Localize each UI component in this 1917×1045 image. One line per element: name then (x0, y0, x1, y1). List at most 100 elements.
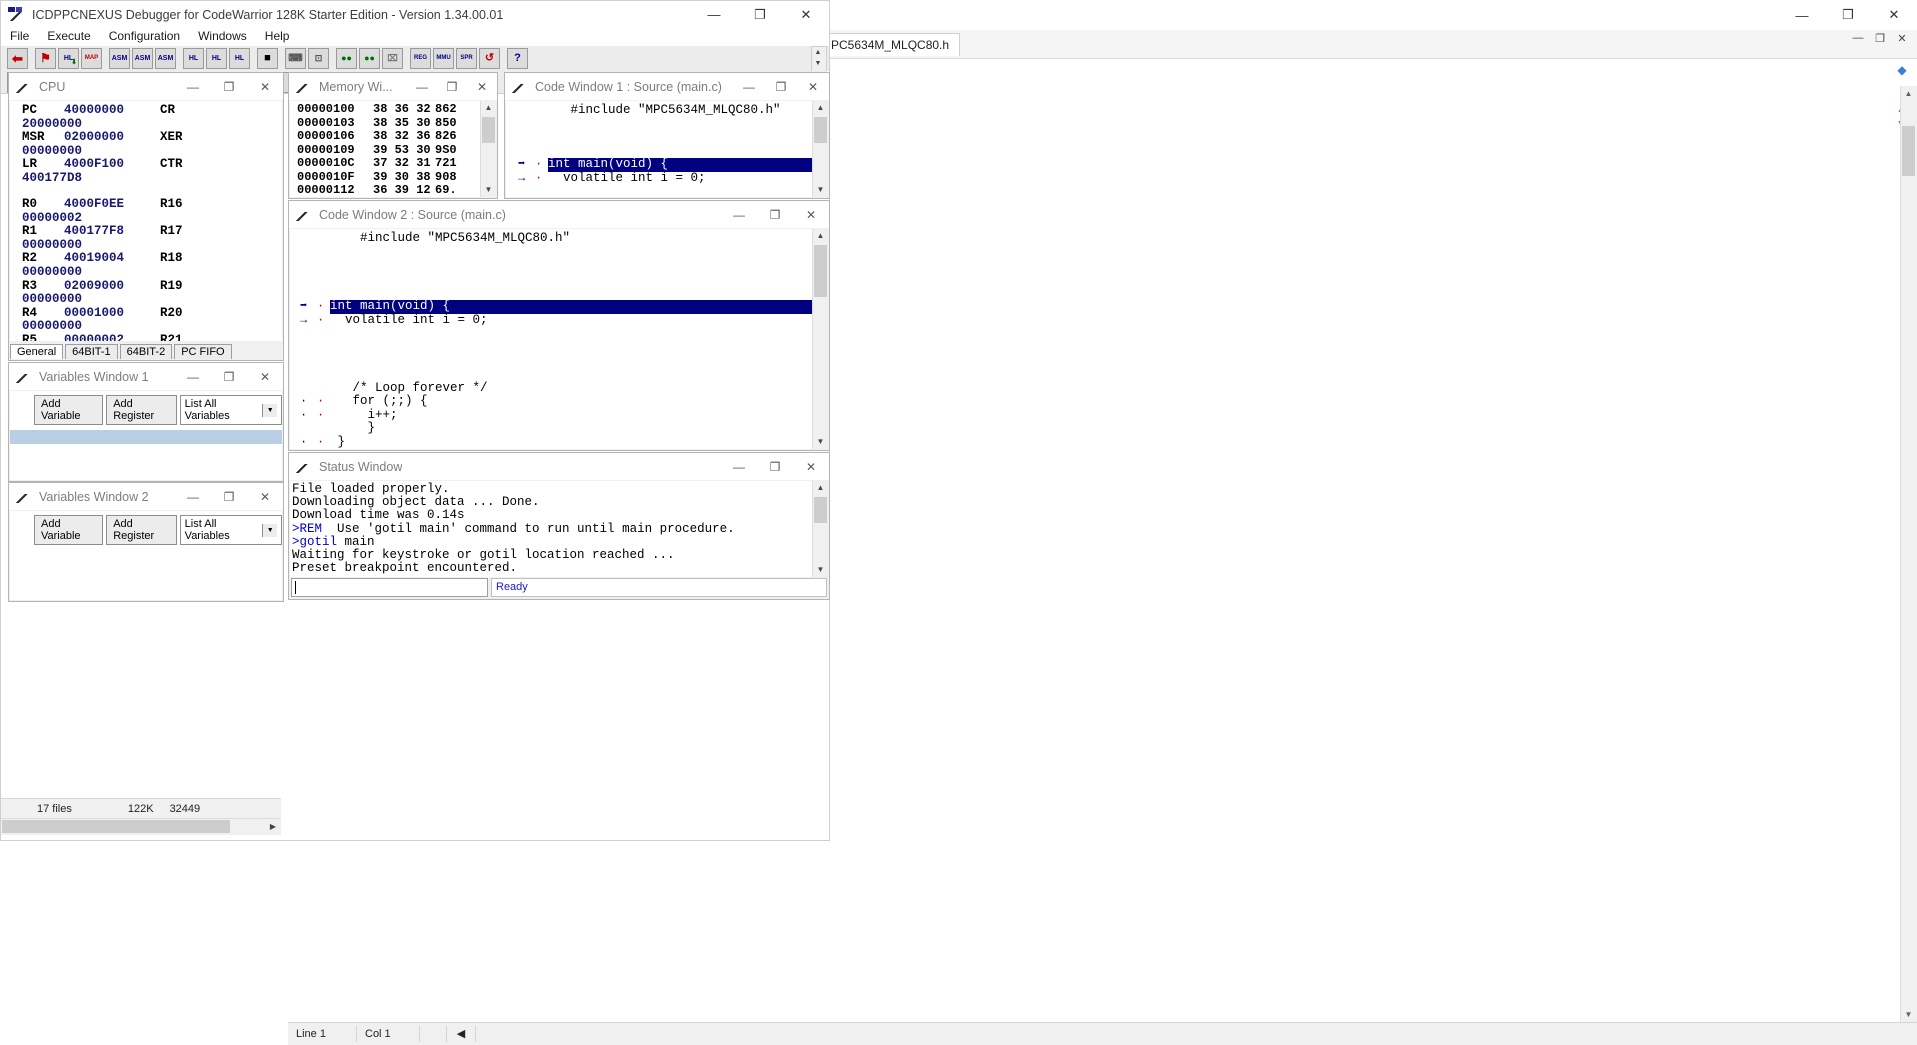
variables-1-maximize-button[interactable]: ❐ (211, 364, 247, 390)
code-2-maximize-button[interactable]: ❐ (757, 202, 793, 228)
load-hl-button[interactable]: HL⬇ (58, 48, 79, 69)
code-line-breakpoint-marker[interactable]: · (317, 436, 324, 449)
memory-row[interactable]: 0000010939 53 309S0 (297, 144, 481, 158)
editor-tab-header-file[interactable]: MPC5634M_MLQC80.h (810, 33, 960, 56)
reg-value-r0[interactable]: 4000F0EE (64, 198, 160, 212)
explorer-hscrollbar[interactable]: ▶ (1, 818, 281, 835)
tab-general[interactable]: General (10, 344, 63, 359)
reg-value-r3[interactable]: 02009000 (64, 280, 160, 294)
bg-scroll-down-icon[interactable]: ▼ (1902, 1008, 1915, 1022)
variables-2-controls[interactable]: — ❐ ✕ (175, 484, 283, 510)
variables-2-titlebar[interactable]: Variables Window 2 — ❐ ✕ (9, 483, 283, 510)
memory-bytes[interactable]: 37 32 31 (373, 157, 435, 171)
code-2-vscrollbar[interactable]: ▲ ▼ (812, 229, 828, 449)
status-window-controls[interactable]: — ❐ ✕ (721, 454, 829, 480)
bg-maximize-button[interactable]: ❐ (1825, 0, 1871, 30)
code-line[interactable] (290, 354, 813, 368)
code-2-scroll-up-icon[interactable]: ▲ (813, 229, 828, 243)
toolbar-overflow-scroll[interactable]: ▲ ▼ (811, 46, 827, 73)
load-map-button[interactable]: MAP (81, 48, 102, 69)
reg-value-r20[interactable]: 00000000 (22, 320, 118, 334)
debugger-close-button[interactable]: ✕ (783, 2, 829, 28)
asm-step-over-button[interactable]: ASM (132, 48, 153, 69)
code-1-minimize-button[interactable]: — (733, 74, 765, 100)
bg-inner-close-button[interactable]: ✕ (1891, 32, 1913, 45)
memory-bytes[interactable]: 38 32 36 (373, 130, 435, 144)
variables-2-close-button[interactable]: ✕ (247, 484, 283, 510)
reg-value-msr[interactable]: 02000000 (64, 131, 160, 145)
status-minimize-button[interactable]: — (721, 454, 757, 480)
bg-minimize-button[interactable]: — (1779, 0, 1825, 30)
code-1-titlebar[interactable]: Code Window 1 : Source (main.c) — ❐ ✕ (505, 73, 829, 100)
debugger-titlebar[interactable]: ICDPPCNEXUS Debugger for CodeWarrior 128… (0, 0, 830, 28)
memory-row[interactable]: 0000010038 36 32862 (297, 103, 481, 117)
debugger-minimize-button[interactable]: — (691, 2, 737, 28)
code-1-scroll-down-icon[interactable]: ▼ (813, 183, 828, 197)
debugger-toolbar[interactable]: ⬅ ⚑ HL⬇ MAP ASM ASM ASM HL HL HL ■ ⌨ ⊡ ●… (0, 46, 830, 72)
refresh-button[interactable]: ↺ (479, 48, 500, 69)
menu-file[interactable]: File (1, 27, 38, 46)
table-button[interactable]: ⌧ (382, 48, 403, 69)
variables-1-titlebar[interactable]: Variables Window 1 — ❐ ✕ (9, 363, 283, 390)
register-row[interactable]: R400001000R2000000000 (22, 307, 282, 334)
add-variable-button-2[interactable]: Add Variable (34, 515, 103, 545)
breakpoint-clear-button[interactable]: ⊡ (308, 48, 329, 69)
add-register-button-1[interactable]: Add Register (106, 395, 176, 425)
code-line-breakpoint-marker[interactable]: · (317, 409, 324, 423)
status-close-button[interactable]: ✕ (793, 454, 829, 480)
background-window-controls[interactable]: — ❐ ✕ (1779, 0, 1917, 30)
code-line[interactable] (506, 118, 813, 132)
bg-inner-minimize-button[interactable]: — (1847, 32, 1869, 45)
memory-scroll-down-icon[interactable]: ▼ (481, 183, 496, 197)
code-2-minimize-button[interactable]: — (721, 202, 757, 228)
debugger-window-controls[interactable]: — ❐ ✕ (691, 2, 829, 28)
memory-bytes[interactable]: 38 36 32 (373, 103, 435, 117)
reg-value-cr[interactable]: 20000000 (22, 118, 118, 132)
variables-2-maximize-button[interactable]: ❐ (211, 484, 247, 510)
memory-maximize-button[interactable]: ❐ (437, 74, 467, 100)
memory-window-titlebar[interactable]: Memory Wi... — ❐ ✕ (289, 73, 497, 100)
memory-window-controls[interactable]: — ❐ ✕ (407, 74, 497, 100)
memory-scroll-thumb[interactable] (482, 117, 495, 143)
reg-value-r16[interactable]: 00000002 (22, 212, 118, 226)
reg-value-r1[interactable]: 400177F8 (64, 225, 160, 239)
code-line[interactable] (290, 327, 813, 341)
code-1-controls[interactable]: — ❐ ✕ (733, 74, 829, 100)
variables-1-selected-row[interactable] (10, 430, 282, 444)
hl-step-over-button[interactable]: HL (206, 48, 227, 69)
explorer-hscroll-thumb[interactable] (2, 820, 230, 833)
memory-bytes[interactable]: 39 53 30 (373, 144, 435, 158)
memory-row[interactable]: 0000011236 39 1269. (297, 184, 481, 197)
tab-64bit-1[interactable]: 64BIT-1 (65, 344, 118, 359)
cpu-minimize-button[interactable]: — (175, 74, 211, 100)
code-line[interactable]: ➡·int main(void) { (290, 300, 813, 314)
memory-close-button[interactable]: ✕ (467, 74, 497, 100)
code-line-breakpoint-marker[interactable]: · (317, 314, 324, 328)
add-variable-button-1[interactable]: Add Variable (34, 395, 103, 425)
code-2-controls[interactable]: — ❐ ✕ (721, 202, 829, 228)
register-row[interactable]: MSR02000000XER00000000 (22, 131, 282, 158)
list-all-variables-combo-2[interactable]: List All Variables ▼ (180, 515, 282, 545)
add-register-button-2[interactable]: Add Register (106, 515, 176, 545)
reg-button[interactable]: REG (410, 48, 431, 69)
code-2-scroll-down-icon[interactable]: ▼ (813, 435, 828, 449)
reg-value-xer[interactable]: 00000000 (22, 145, 118, 159)
code-line[interactable]: } (290, 422, 813, 436)
stop-button[interactable]: ■ (257, 48, 278, 69)
asm-step-out-button[interactable]: ASM (155, 48, 176, 69)
code-1-close-button[interactable]: ✕ (797, 74, 829, 100)
code-line[interactable]: /* Loop forever */ (290, 382, 813, 396)
code-2-titlebar[interactable]: Code Window 2 : Source (main.c) — ❐ ✕ (289, 201, 829, 228)
code-1-vscrollbar[interactable]: ▲ ▼ (812, 101, 828, 197)
register-row[interactable]: LR4000F100CTR400177D8 (22, 158, 282, 185)
memory-row[interactable]: 0000010C37 32 31721 (297, 157, 481, 171)
status-scroll-thumb[interactable] (814, 497, 827, 523)
menu-configuration[interactable]: Configuration (100, 27, 189, 46)
debugger-menubar[interactable]: File Execute Configuration Windows Help (0, 27, 830, 46)
cpu-close-button[interactable]: ✕ (247, 74, 283, 100)
code-line[interactable]: ·· for (;;) { (290, 395, 813, 409)
code-1-maximize-button[interactable]: ❐ (765, 74, 797, 100)
status-maximize-button[interactable]: ❐ (757, 454, 793, 480)
code-line[interactable]: #include "MPC5634M_MLQC80.h" (506, 104, 813, 118)
code-line[interactable] (290, 246, 813, 260)
